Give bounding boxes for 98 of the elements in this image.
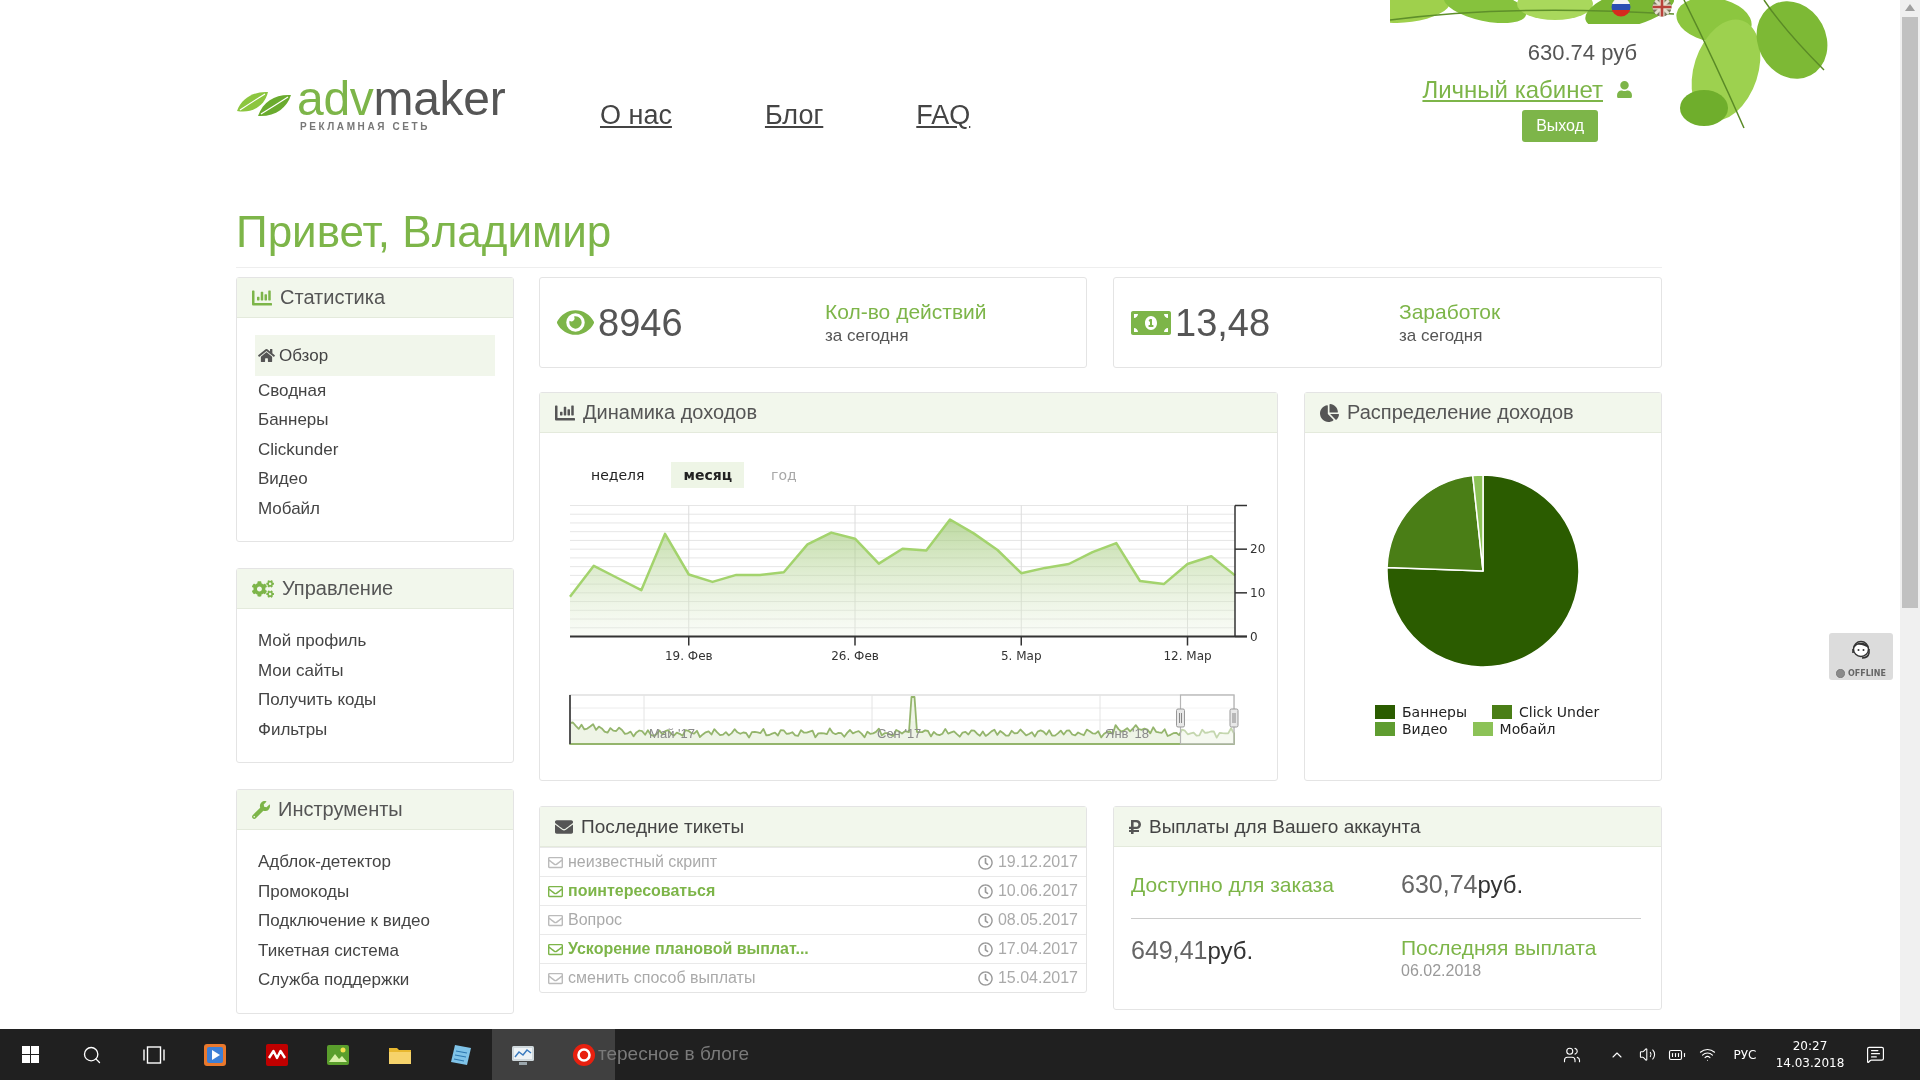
- start-icon: [22, 1046, 40, 1063]
- sidebar-item[interactable]: Видео: [255, 464, 495, 494]
- taskbar-time[interactable]: 20:27: [1792, 1039, 1828, 1053]
- ticket-date: 15.04.2017: [997, 969, 1078, 987]
- logo-tagline: РЕКЛАМНАЯ СЕТЬ: [300, 121, 431, 132]
- clock-icon: [977, 970, 993, 986]
- search-icon: [82, 1044, 103, 1065]
- nav-link[interactable]: Блог: [764, 100, 824, 131]
- sidebar-item[interactable]: Мой профиль: [255, 626, 495, 656]
- payout-date: 06.02.2018: [1401, 961, 1482, 981]
- panel-title-fragment: тересное в блоге: [598, 1042, 749, 1066]
- period-tab[interactable]: неделя: [579, 462, 657, 488]
- period-tab[interactable]: месяц: [671, 462, 745, 488]
- balance-amount: 630.74 руб: [1527, 40, 1637, 66]
- envelope-icon: [548, 854, 563, 870]
- russian-flag-icon[interactable]: [1611, 0, 1631, 17]
- envelope-icon: [548, 941, 563, 957]
- sidebar-item[interactable]: Мобайл: [255, 493, 495, 523]
- ticket-date: 17.04.2017: [997, 940, 1078, 958]
- taskbar-app-button[interactable]: [492, 1029, 554, 1080]
- x-tick-label: 12. Мар: [1163, 648, 1212, 663]
- legend-label: Click Under: [1519, 704, 1600, 720]
- panel-title: Динамика доходов: [583, 401, 758, 424]
- panel-title: Выплаты для Вашего аккаунта: [1149, 815, 1421, 838]
- y-tick-label: 0: [1250, 629, 1258, 644]
- british-flag-icon[interactable]: [1652, 0, 1672, 17]
- clock-icon: [977, 883, 993, 899]
- stat-period: за сегодня: [1399, 325, 1483, 346]
- sidebar-item[interactable]: Адблок-детектор: [255, 847, 495, 877]
- stat-metric: Кол-во действий: [825, 299, 987, 325]
- envelope-icon: [555, 817, 573, 836]
- payout-label: Доступно для заказа: [1131, 871, 1335, 898]
- sidebar-item[interactable]: Служба поддержки: [255, 965, 495, 995]
- nav-link[interactable]: FAQ: [916, 100, 971, 131]
- envelope-icon: [548, 970, 563, 986]
- greeting-heading: Привет, Владимир: [236, 206, 1662, 268]
- y-tick-label: 10: [1250, 585, 1266, 600]
- sidebar-item[interactable]: Мои сайты: [255, 655, 495, 685]
- circle-logo-icon: [572, 1042, 597, 1067]
- stat-value: 8946: [598, 300, 683, 345]
- clock-icon: [977, 912, 993, 928]
- logo-wordmark[interactable]: advmaker: [297, 77, 506, 121]
- navigator-handle[interactable]: [1229, 708, 1239, 728]
- sidebar-item[interactable]: Clickunder: [255, 434, 495, 464]
- sidebar-item[interactable]: Получить коды: [255, 685, 495, 715]
- ticket-date: 08.05.2017: [997, 911, 1078, 929]
- task-view-icon: [142, 1045, 165, 1064]
- stat-period: за сегодня: [825, 325, 909, 346]
- language-indicator[interactable]: РУС: [1733, 1047, 1757, 1062]
- panel-title: Распределение доходов: [1347, 401, 1574, 424]
- sidebar-item[interactable]: Фильтры: [255, 714, 495, 744]
- stat-metric: Заработок: [1399, 299, 1501, 325]
- x-tick-label: 5. Мар: [1000, 648, 1042, 663]
- sidebar-item[interactable]: Сводная: [255, 375, 495, 405]
- envelope-icon: [548, 883, 563, 899]
- y-tick-label: 20: [1250, 542, 1266, 557]
- wifi-icon[interactable]: [1698, 1046, 1716, 1063]
- nav-link[interactable]: О нас: [600, 100, 672, 131]
- x-tick-label: 26. Фев: [831, 648, 879, 663]
- payout-label: Последняя выплата: [1401, 935, 1597, 961]
- ruble-icon: [1129, 818, 1141, 835]
- clock-icon: [977, 941, 993, 957]
- ticket-date: 10.06.2017: [997, 882, 1078, 900]
- payout-amount: 649,41руб.: [1131, 935, 1255, 966]
- notifications-icon[interactable]: [1865, 1045, 1885, 1064]
- legend-label: Видео: [1402, 721, 1448, 737]
- picture-tile-icon: [326, 1042, 351, 1067]
- people-icon[interactable]: [1563, 1045, 1581, 1064]
- panel-title: Последние тикеты: [581, 815, 745, 838]
- scrollbar-thumb[interactable]: [1902, 17, 1918, 608]
- zigzag-tile-icon: [264, 1042, 289, 1067]
- legend-label: Мобайл: [1499, 721, 1556, 737]
- notepad-icon: [449, 1042, 474, 1067]
- clock-icon: [977, 854, 993, 870]
- sidebar-item[interactable]: Тикетная система: [255, 935, 495, 965]
- taskbar-date[interactable]: 14.03.2018: [1775, 1056, 1845, 1070]
- play-tile-icon: [203, 1042, 228, 1067]
- sidebar-item[interactable]: Обзор: [255, 335, 495, 376]
- status-dot-icon: [1836, 668, 1845, 678]
- wrench-icon: [252, 800, 270, 819]
- envelope-icon: [548, 912, 563, 928]
- sidebar-item[interactable]: Промокоды: [255, 876, 495, 906]
- home-icon: [258, 347, 275, 363]
- ticket-date: 19.12.2017: [997, 853, 1078, 871]
- stat-value: 13,48: [1175, 300, 1271, 345]
- navigator-handle[interactable]: [1176, 708, 1185, 728]
- speaker-icon[interactable]: [1638, 1046, 1656, 1063]
- panel-title: Инструменты: [278, 798, 403, 821]
- chat-widget-button[interactable]: OFFLINE: [1829, 633, 1893, 680]
- sidebar-item[interactable]: Подключение к видео: [255, 906, 495, 936]
- payout-amount: 630,74руб.: [1401, 869, 1525, 900]
- pie-chart-icon: [1320, 403, 1339, 422]
- sidebar-item[interactable]: Баннеры: [255, 405, 495, 435]
- gears-icon: [252, 579, 274, 598]
- x-tick-label: 19. Фев: [664, 648, 713, 663]
- panel-title: Статистика: [280, 286, 386, 309]
- panel-title: Управление: [282, 577, 394, 600]
- legend-label: Баннеры: [1402, 704, 1468, 720]
